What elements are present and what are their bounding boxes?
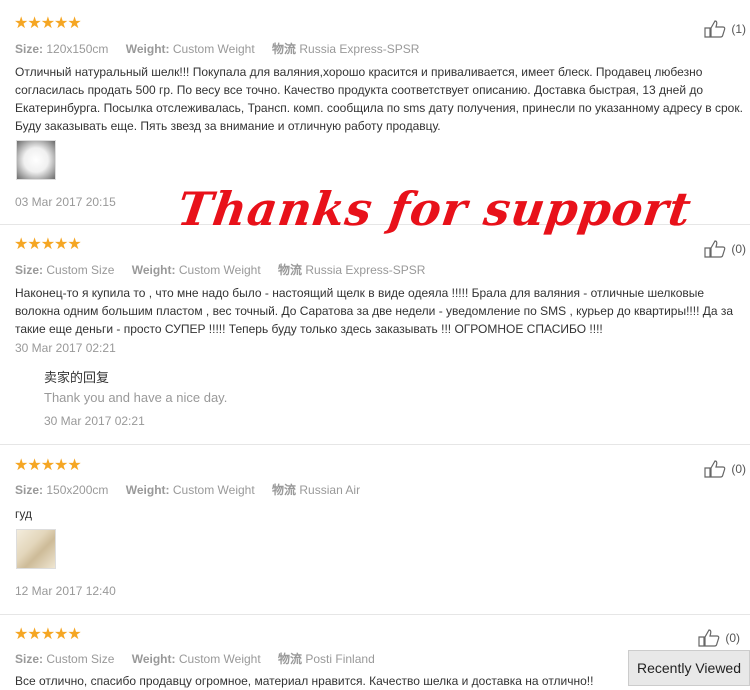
thumbs-up-icon (704, 460, 726, 478)
review-text: Отличный натуральный шелк!!! Покупала дл… (15, 65, 743, 133)
review-date: 03 Mar 2017 20:15 (15, 195, 116, 209)
star-rating: ★★★★★ (14, 15, 82, 32)
star-rating: ★★★★★ (14, 236, 82, 253)
like-button[interactable]: (0) (704, 240, 746, 258)
review-attributes: Size: Custom Size Weight: Custom Weight … (15, 263, 426, 277)
review-text: Наконец-то я купила то , что мне надо бы… (15, 286, 734, 336)
like-count: (1) (731, 22, 746, 36)
seller-reply-date: 30 Mar 2017 02:21 (44, 414, 145, 428)
star-rating: ★★★★★ (14, 457, 82, 474)
seller-reply-text: Thank you and have a nice day. (44, 390, 228, 405)
review-photo-thumbnail[interactable] (16, 140, 56, 180)
review-text: Все отлично, спасибо продавцу огромное, … (15, 674, 594, 688)
review-date: 30 Mar 2017 02:21 (15, 341, 116, 355)
review-attributes: Size: 120x150cm Weight: Custom Weight 物流… (15, 42, 420, 56)
thanks-watermark: Thanks for support (174, 182, 696, 236)
star-rating: ★★★★★ (14, 626, 82, 643)
review-photo-thumbnail[interactable] (16, 529, 56, 569)
seller-reply-title: 卖家的回复 (44, 370, 110, 385)
divider (0, 614, 750, 615)
like-button[interactable]: (1) (704, 20, 746, 38)
like-count: (0) (731, 242, 746, 256)
review-date: 12 Mar 2017 12:40 (15, 584, 116, 598)
thumbs-up-icon (704, 20, 726, 38)
review-attributes: Size: 150x200cm Weight: Custom Weight 物流… (15, 483, 361, 497)
recently-viewed-button[interactable]: Recently Viewed (628, 650, 750, 686)
thumbs-up-icon (698, 629, 720, 647)
like-count: (0) (731, 462, 746, 476)
review-attributes: Size: Custom Size Weight: Custom Weight … (15, 652, 375, 666)
like-count: (0) (725, 631, 740, 645)
thumbs-up-icon (704, 240, 726, 258)
review-text: гуд (15, 507, 32, 521)
like-button[interactable]: (0) (698, 629, 740, 647)
divider (0, 444, 750, 445)
like-button[interactable]: (0) (704, 460, 746, 478)
